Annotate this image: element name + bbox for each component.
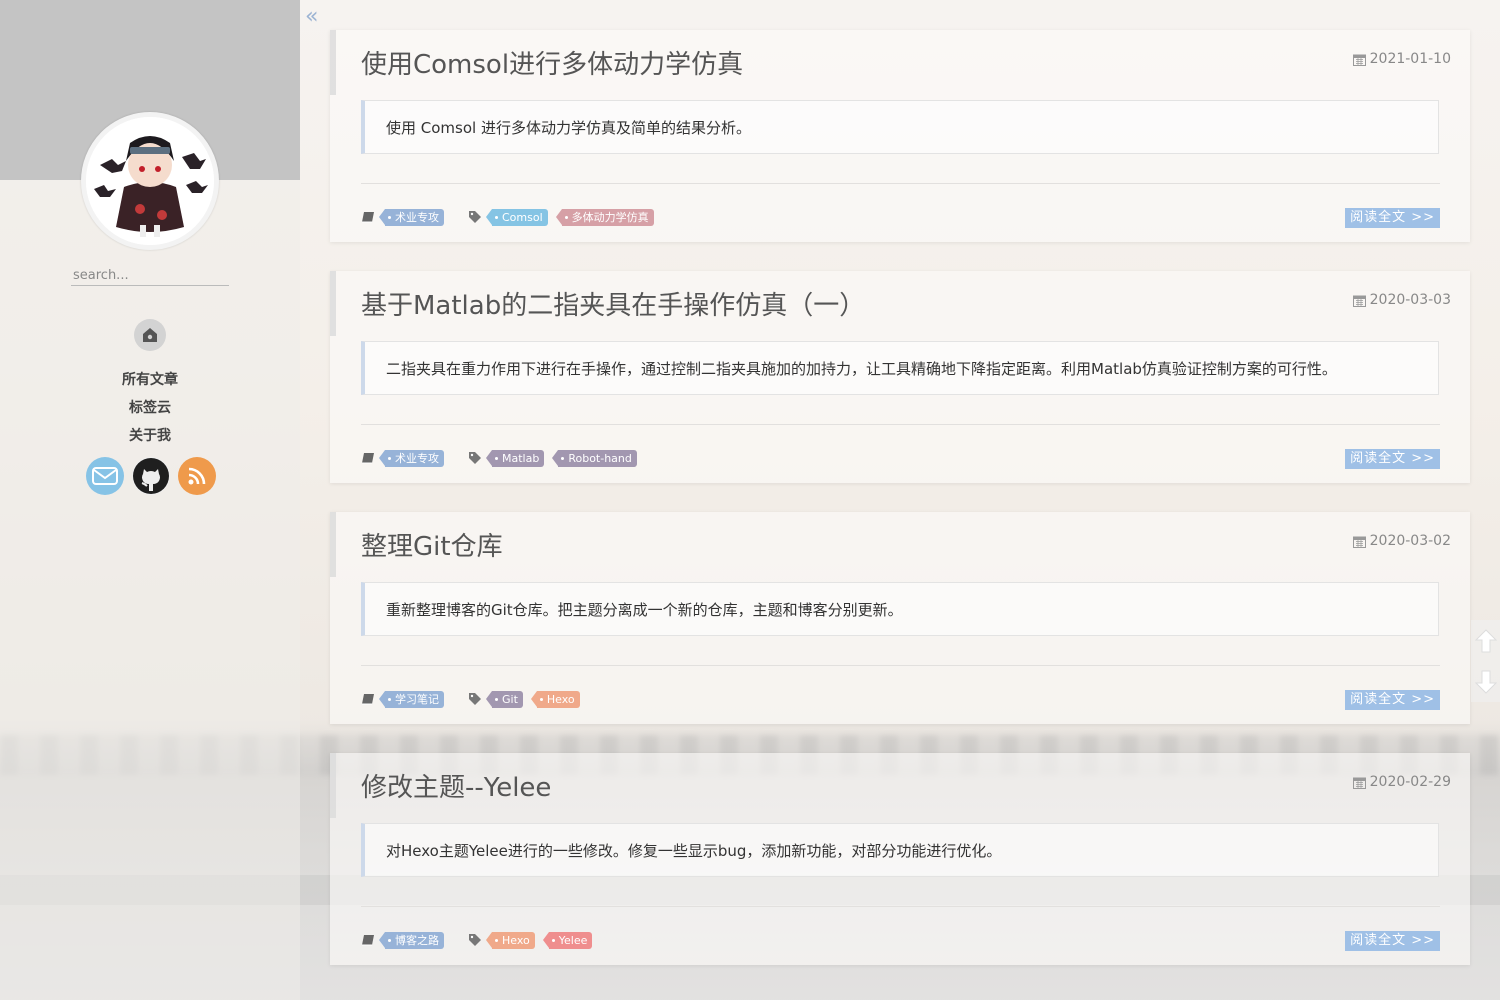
post-excerpt: 二指夹具在重力作用下进行在手操作，通过控制二指夹具施加的加持力，让工具精确地下降…: [361, 341, 1439, 395]
tag-icon: [468, 451, 482, 465]
social-links: [86, 457, 216, 495]
book-icon: [361, 211, 375, 224]
post-tag[interactable]: Hexo: [530, 690, 580, 708]
scroll-bottom-button[interactable]: [1471, 661, 1500, 702]
arrow-up-icon: [1474, 628, 1497, 652]
post-date: 2020-03-03: [1352, 292, 1451, 308]
read-more-button[interactable]: 阅读全文 >>: [1345, 449, 1440, 469]
home-icon: [143, 328, 157, 342]
arrow-down-icon: [1474, 670, 1497, 694]
book-icon: [361, 452, 375, 465]
post-card: 整理Git仓库 2020-03-02 重新整理博客的Git仓库。把主题分离成一个…: [330, 512, 1470, 724]
post-meta: 术业专攻 Matlab Robot-hand: [361, 449, 637, 467]
scroll-top-button[interactable]: [1471, 620, 1500, 661]
divider: [361, 906, 1440, 907]
post-title[interactable]: 使用Comsol进行多体动力学仿真: [361, 44, 743, 81]
calendar-icon: [1352, 536, 1366, 548]
post-tag[interactable]: Git: [486, 690, 523, 708]
mail-icon[interactable]: [86, 457, 124, 495]
post-title[interactable]: 整理Git仓库: [361, 526, 503, 563]
post-meta: 博客之路 Hexo Yelee: [361, 931, 593, 949]
divider: [361, 665, 1440, 666]
sidebar: 所有文章 标签云 关于我: [0, 0, 300, 1000]
calendar-icon: [1352, 54, 1366, 66]
collapse-sidebar-icon[interactable]: «: [305, 4, 318, 29]
post-excerpt: 重新整理博客的Git仓库。把主题分离成一个新的仓库，主题和博客分别更新。: [361, 582, 1439, 636]
nav-tag-cloud[interactable]: 标签云: [0, 394, 300, 422]
post-tag[interactable]: Comsol: [486, 208, 548, 226]
post-card: 修改主题--Yelee 2020-02-29 对Hexo主题Yelee进行的一些…: [330, 753, 1470, 965]
post-excerpt: 对Hexo主题Yelee进行的一些修改。修复一些显示bug，添加新功能，对部分功…: [361, 823, 1439, 877]
post-meta: 学习笔记 Git Hexo: [361, 690, 580, 708]
book-icon: [361, 693, 375, 706]
rss-icon[interactable]: [178, 457, 216, 495]
post-title[interactable]: 修改主题--Yelee: [361, 767, 551, 804]
tag-icon: [468, 210, 482, 224]
tag-icon: [468, 692, 482, 706]
post-date: 2021-01-10: [1352, 51, 1451, 67]
book-icon: [361, 934, 375, 947]
avatar[interactable]: [81, 112, 219, 250]
post-tag[interactable]: 多体动力学仿真: [555, 208, 654, 226]
post-meta: 术业专攻 Comsol 多体动力学仿真: [361, 208, 654, 226]
post-date: 2020-03-02: [1352, 533, 1451, 549]
post-card: 使用Comsol进行多体动力学仿真 2021-01-10 使用 Comsol 进…: [330, 30, 1470, 242]
home-button[interactable]: [134, 319, 166, 351]
post-title[interactable]: 基于Matlab的二指夹具在手操作仿真（一）: [361, 285, 865, 322]
post-card: 基于Matlab的二指夹具在手操作仿真（一） 2020-03-03 二指夹具在重…: [330, 271, 1470, 483]
post-excerpt: 使用 Comsol 进行多体动力学仿真及简单的结果分析。: [361, 100, 1439, 154]
sidebar-nav: 所有文章 标签云 关于我: [0, 366, 300, 450]
search-input[interactable]: [71, 266, 229, 286]
read-more-button[interactable]: 阅读全文 >>: [1345, 208, 1440, 228]
nav-all-posts[interactable]: 所有文章: [0, 366, 300, 394]
category-tag[interactable]: 博客之路: [379, 931, 444, 949]
tag-icon: [468, 933, 482, 947]
read-more-button[interactable]: 阅读全文 >>: [1345, 931, 1440, 951]
post-tag[interactable]: Yelee: [542, 931, 593, 949]
read-more-button[interactable]: 阅读全文 >>: [1345, 690, 1440, 710]
github-icon[interactable]: [132, 457, 170, 495]
calendar-icon: [1352, 295, 1366, 307]
post-tag[interactable]: Hexo: [486, 931, 535, 949]
scroll-controls: [1471, 620, 1500, 702]
divider: [361, 424, 1440, 425]
category-tag[interactable]: 术业专攻: [379, 208, 444, 226]
divider: [361, 183, 1440, 184]
post-tag[interactable]: Robot-hand: [552, 449, 637, 467]
calendar-icon: [1352, 777, 1366, 789]
category-tag[interactable]: 学习笔记: [379, 690, 444, 708]
post-date: 2020-02-29: [1352, 774, 1451, 790]
nav-about-me[interactable]: 关于我: [0, 422, 300, 450]
post-tag[interactable]: Matlab: [485, 449, 545, 467]
category-tag[interactable]: 术业专攻: [379, 449, 444, 467]
